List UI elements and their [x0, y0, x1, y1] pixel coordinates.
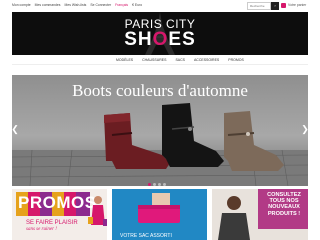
new-line: NOUVEAUX	[268, 204, 300, 211]
chevron-right-icon: ❯	[301, 124, 309, 134]
nav-item-sacs[interactable]: SACS	[175, 58, 185, 62]
nav-item-promos[interactable]: PROMOS	[228, 58, 244, 62]
chevron-left-icon: ❮	[11, 124, 19, 134]
search-icon: ›	[274, 3, 276, 8]
slider-prev-arrow[interactable]: ❮	[11, 124, 19, 134]
cart-link[interactable]: Votre panier	[288, 3, 306, 7]
promo-subtitle: SE FAIRE PLAISIR	[26, 220, 78, 226]
new-products-text: CONSULTEZ TOUS NOS NOUVEAUX PRODUITS !	[262, 192, 306, 217]
hero-title: Boots couleurs d'automne	[72, 81, 248, 100]
main-nav: MODÈLES CHAUSSURES SACS ACCESSOIRES PROM…	[12, 55, 308, 65]
logo-sh: SH	[124, 29, 153, 50]
nav-item-accessoires[interactable]: ACCESSOIRES	[194, 58, 219, 62]
my-account-link[interactable]: Mon compte	[12, 3, 31, 7]
slider-dots	[148, 183, 166, 186]
hero-banner[interactable]: Boots couleurs d'automne	[12, 75, 308, 186]
nav-item-modeles[interactable]: MODÈLES	[116, 58, 133, 62]
promo-tagline: sans se ruiner !	[26, 227, 57, 232]
top-utility-bar: Mon compte Mes commandes Mes Wish-lists …	[0, 0, 320, 12]
slider-dot[interactable]	[148, 183, 151, 186]
promos-word: PROMOS	[18, 193, 97, 212]
cart-icon[interactable]	[281, 3, 286, 8]
new-line: PRODUITS !	[267, 210, 301, 217]
matching-bag-tile[interactable]: VOTRE SAC ASSORTI	[112, 189, 207, 240]
promos-tile[interactable]: PROMOS SE FAIRE PLAISIR sans se ruiner !	[12, 189, 107, 240]
search-input[interactable]	[247, 2, 271, 10]
login-link[interactable]: Se Connecter	[90, 3, 111, 7]
logo-line2[interactable]: SHOES	[12, 29, 308, 51]
account-links: Mon compte Mes commandes Mes Wish-lists …	[12, 3, 142, 7]
woman-with-bags-image	[88, 196, 107, 226]
slider-dot[interactable]	[163, 183, 166, 186]
currency-selector[interactable]: € Euro	[132, 3, 142, 7]
bag-caption: VOTRE SAC ASSORTI	[120, 233, 172, 239]
nav-item-chaussures[interactable]: CHAUSSURES	[142, 58, 166, 62]
my-wishlists-link[interactable]: Mes Wish-lists	[65, 3, 87, 7]
my-orders-link[interactable]: Mes commandes	[35, 3, 61, 7]
logo-o-accent: O	[152, 29, 169, 50]
new-products-tile[interactable]: CONSULTEZ TOUS NOS NOUVEAUX PRODUITS !	[212, 189, 308, 240]
slider-dot[interactable]	[153, 183, 156, 186]
slider-dot[interactable]	[158, 183, 161, 186]
logo-es: ES	[168, 29, 196, 50]
slider-next-arrow[interactable]: ❯	[301, 124, 309, 134]
search-button[interactable]: ›	[271, 2, 279, 10]
site-header: PARIS CITY SHOES	[12, 12, 308, 55]
language-selector[interactable]: Français	[115, 3, 128, 7]
